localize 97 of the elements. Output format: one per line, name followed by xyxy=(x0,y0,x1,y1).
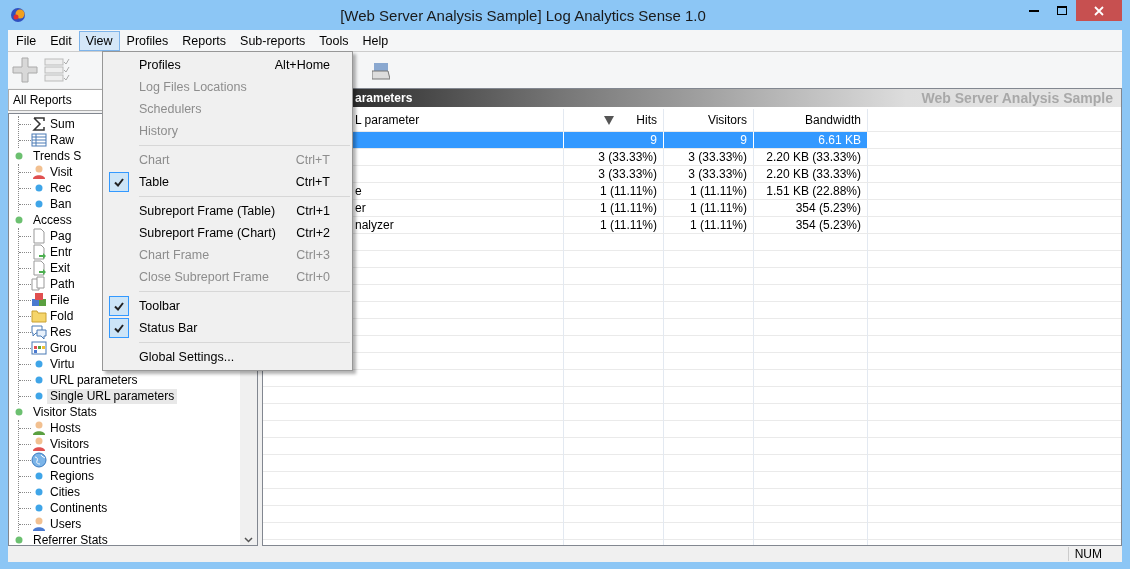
page-arrow-icon xyxy=(31,244,47,260)
window-title: [Web Server Analysis Sample] Log Analytics Sense 1.0 xyxy=(339,6,707,24)
dot-icon xyxy=(15,152,23,160)
menu-item[interactable]: Tools xyxy=(312,30,356,51)
table-cell: 354 (5.23%) xyxy=(754,217,868,233)
table-cell: 3 (33.33%) xyxy=(664,166,754,182)
menu-item[interactable]: Reports xyxy=(175,30,234,51)
dot-icon xyxy=(35,392,43,400)
dot-icon xyxy=(35,200,43,208)
tree-item[interactable]: Users xyxy=(47,516,85,532)
person-icon xyxy=(31,436,47,452)
tree-item[interactable]: Visitors xyxy=(47,436,93,452)
table-cell: 1 (11.11%) xyxy=(564,217,664,233)
table-cell: 9 xyxy=(564,132,664,148)
tree-group[interactable]: Trends S xyxy=(23,148,85,164)
tree-item[interactable]: Ban xyxy=(47,196,75,212)
tree-item[interactable]: Countries xyxy=(47,452,105,468)
menu-option[interactable]: Status Bar xyxy=(105,317,350,339)
table-cell: 1 (11.11%) xyxy=(564,200,664,216)
app-logo-icon xyxy=(10,7,26,23)
table-cell: 354 (5.23%) xyxy=(754,200,868,216)
tree-item[interactable]: Raw xyxy=(47,132,77,148)
page-icon xyxy=(31,228,47,244)
chat-icon xyxy=(31,324,47,340)
tree-item[interactable]: File xyxy=(47,292,73,308)
person-icon xyxy=(31,164,47,180)
column-header[interactable]: Bandwidth xyxy=(754,109,868,131)
dot-icon xyxy=(35,488,43,496)
sigma-icon xyxy=(31,116,47,132)
dot-icon xyxy=(15,408,23,416)
dot-icon xyxy=(15,536,23,544)
dot-icon xyxy=(35,360,43,368)
tree-item[interactable]: Continents xyxy=(47,500,111,516)
menu-option[interactable]: Global Settings... xyxy=(105,346,350,368)
maximize-icon[interactable] xyxy=(1057,6,1067,15)
tree-item[interactable]: Cities xyxy=(47,484,83,500)
tree-item[interactable]: Entr xyxy=(47,244,75,260)
dot-icon xyxy=(15,216,23,224)
tree-item[interactable]: Fold xyxy=(47,308,77,324)
dot-icon xyxy=(35,504,43,512)
table-cell: 1 (11.11%) xyxy=(664,200,754,216)
person-icon xyxy=(31,516,47,532)
table-cell: 9 xyxy=(664,132,754,148)
menu-item[interactable]: Edit xyxy=(43,30,79,51)
tree-group[interactable]: Access xyxy=(23,212,75,228)
cubes-icon xyxy=(31,292,47,308)
table-cell: 1.51 KB (22.88%) xyxy=(754,183,868,199)
tree-group[interactable]: Visitor Stats xyxy=(23,404,100,420)
table-cell: 3 (33.33%) xyxy=(564,166,664,182)
tree-item[interactable]: Grou xyxy=(47,340,80,356)
table-cell: 1 (11.11%) xyxy=(564,183,664,199)
tree-item[interactable]: Hosts xyxy=(47,420,84,436)
globe-icon xyxy=(31,452,47,468)
report-title: arameters xyxy=(355,91,413,105)
tree-item[interactable]: Rec xyxy=(47,180,75,196)
tree-item[interactable]: Sum xyxy=(47,116,78,132)
pages-icon xyxy=(31,276,47,292)
tree-item[interactable]: Visit xyxy=(47,164,76,180)
scroll-down-icon[interactable] xyxy=(244,537,253,543)
dot-icon xyxy=(35,376,43,384)
tree-item[interactable]: Pag xyxy=(47,228,75,244)
dot-icon xyxy=(35,472,43,480)
tree-group[interactable]: Referrer Stats xyxy=(23,532,111,545)
menu-item[interactable]: File xyxy=(9,30,44,51)
tree-item[interactable]: Virtu xyxy=(47,356,78,372)
tree-item[interactable]: Path xyxy=(47,276,78,292)
tree-item[interactable]: Exit xyxy=(47,260,73,276)
menu-item[interactable]: Help xyxy=(355,30,396,51)
status-indicator: NUM xyxy=(1067,547,1108,561)
close-icon[interactable] xyxy=(1094,5,1104,16)
column-header[interactable]: Visitors xyxy=(664,109,754,131)
menu-item[interactable]: Profiles xyxy=(119,30,176,51)
menu-option[interactable]: Toolbar xyxy=(105,295,350,317)
dot-icon xyxy=(35,184,43,192)
table-cell: 2.20 KB (33.33%) xyxy=(754,166,868,182)
page-arrow-icon xyxy=(31,260,47,276)
grid-icon xyxy=(31,340,47,356)
table-cell: 6.61 KB xyxy=(754,132,868,148)
folder-icon xyxy=(31,308,47,324)
minimize-icon[interactable] xyxy=(1029,9,1039,12)
table-cell: 1 (11.11%) xyxy=(664,217,754,233)
menu-item[interactable]: Sub-reports xyxy=(233,30,313,51)
person-icon xyxy=(31,420,47,436)
table-cell: 3 (33.33%) xyxy=(664,149,754,165)
menu-item[interactable]: View xyxy=(78,30,120,51)
tree-item[interactable]: Single URL parameters xyxy=(47,388,178,404)
menu-option[interactable]: Profiles Alt+Home xyxy=(105,54,350,76)
table-cell: 3 (33.33%) xyxy=(564,149,664,165)
table-cell: 1 (11.11%) xyxy=(664,183,754,199)
tree-item[interactable]: URL parameters xyxy=(47,372,141,388)
tree-item[interactable]: Regions xyxy=(47,468,98,484)
table-cell: 2.20 KB (33.33%) xyxy=(754,149,868,165)
checklist-icon[interactable] xyxy=(44,57,70,83)
close-button[interactable] xyxy=(1076,0,1122,21)
tree-item[interactable]: Res xyxy=(47,324,75,340)
column-header[interactable]: Hits xyxy=(564,109,664,131)
table-icon xyxy=(31,132,47,148)
